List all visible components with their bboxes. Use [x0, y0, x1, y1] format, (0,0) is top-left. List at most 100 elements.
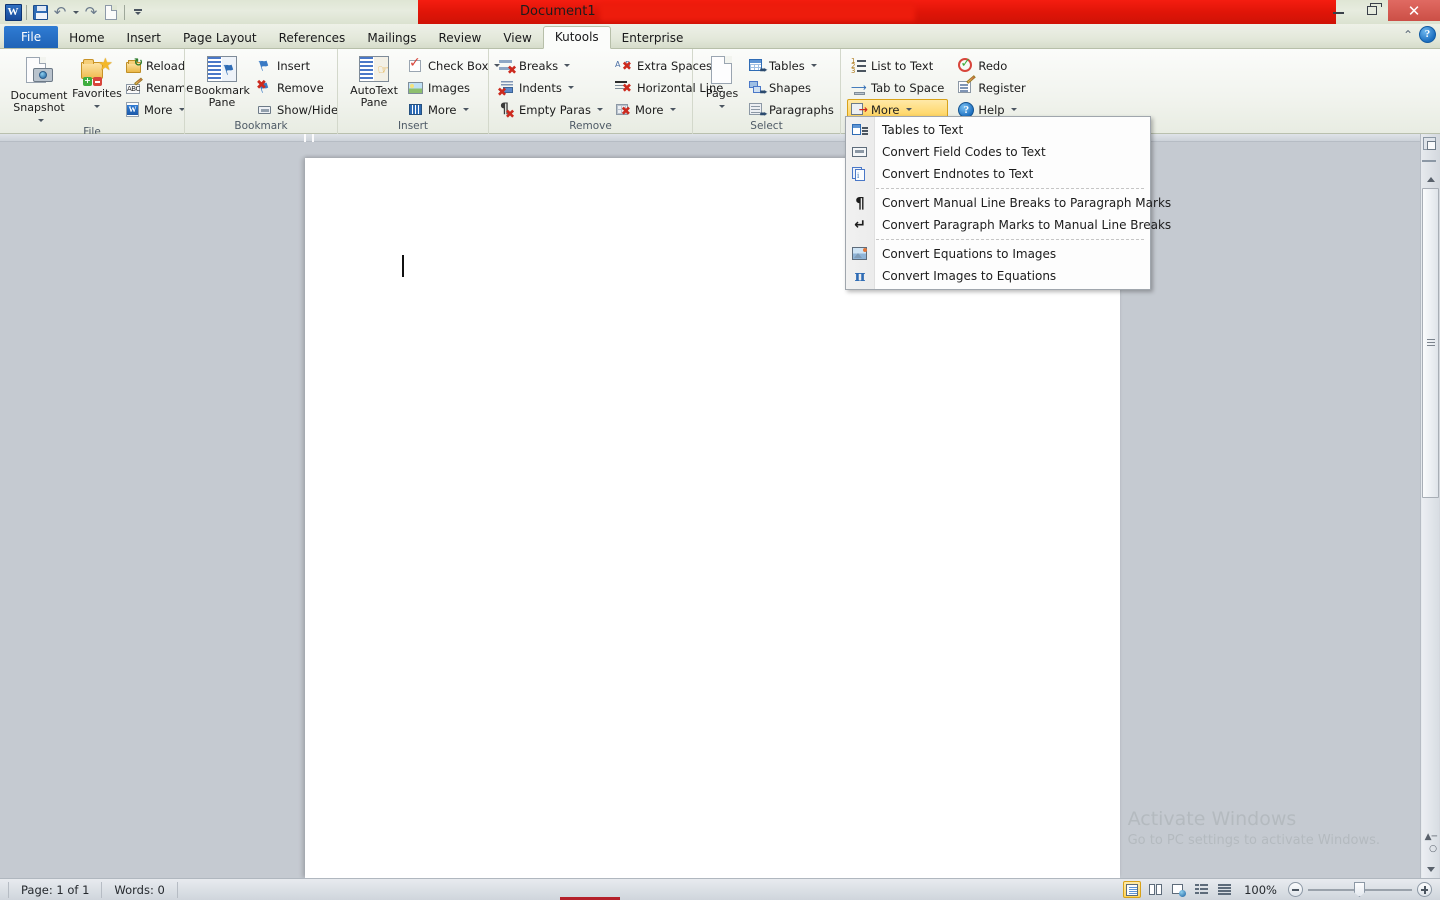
remove-extra-spaces-icon: A B ✖: [614, 58, 632, 73]
collapse-ribbon-icon[interactable]: ⌃: [1403, 28, 1413, 42]
kutools-help-label: Help: [978, 102, 1005, 117]
view-full-screen-reading-button[interactable]: [1146, 881, 1164, 898]
word-document-icon: W: [126, 102, 140, 117]
help-circle-icon[interactable]: ?: [1419, 26, 1436, 43]
select-tables-icon: ➨: [749, 58, 768, 75]
word-logo-icon[interactable]: W: [3, 2, 23, 22]
menu-convert-paragraph-marks-to-manual-line-breaks[interactable]: ↵ Convert Paragraph Marks to Manual Line…: [846, 214, 1171, 236]
insert-more-label: More: [428, 102, 457, 117]
undo-icon[interactable]: ↶: [50, 2, 70, 22]
menu-separator: [876, 188, 1144, 189]
bookmark-insert-button[interactable]: ⚑ Insert: [253, 55, 342, 76]
ribbon-group-remove: ✖ Breaks ✖ Indents ¶ ✖ Empty Paras A B ✖…: [488, 49, 723, 134]
zoom-in-button[interactable]: [1417, 882, 1432, 897]
tab-references[interactable]: References: [268, 27, 357, 49]
select-browse-object-icon[interactable]: [1422, 136, 1438, 152]
zoom-slider[interactable]: [1308, 882, 1412, 897]
view-draft-button[interactable]: [1215, 881, 1233, 898]
menu-convert-equations-to-images[interactable]: Convert Equations to Images: [846, 243, 1150, 265]
tab-insert[interactable]: Insert: [116, 27, 172, 49]
tab-view[interactable]: View: [492, 27, 542, 49]
remove-empty-paragraphs-icon: ¶ ✖: [500, 100, 515, 121]
customize-quick-access-icon[interactable]: [128, 2, 148, 22]
new-document-icon[interactable]: [101, 2, 121, 22]
autotext-pane-button[interactable]: ☞ AutoText Pane: [344, 54, 404, 109]
tables-to-text-icon: [846, 123, 874, 137]
menu-convert-endnotes-to-text[interactable]: i Convert Endnotes to Text: [846, 163, 1150, 185]
save-icon[interactable]: [30, 2, 50, 22]
register-button[interactable]: Register: [954, 75, 1029, 98]
horizontal-ruler: [0, 134, 1420, 142]
convert-column-1: 123 List to Text ⟶ Tab to Space → More: [847, 54, 949, 120]
bookmark-flag-delete-icon: ⚑ ✖: [255, 77, 273, 98]
menu-convert-field-codes-to-text[interactable]: Convert Field Codes to Text: [846, 141, 1150, 163]
tab-mailings[interactable]: Mailings: [356, 27, 427, 49]
tab-file[interactable]: File: [4, 26, 59, 49]
reload-folder-icon: ↻: [126, 57, 143, 73]
convert-more-menu: Tables to Text Convert Field Codes to Te…: [845, 116, 1171, 290]
bookmark-show-hide-button[interactable]: Show/Hide: [253, 99, 342, 120]
remove-breaks-label: Breaks: [519, 58, 559, 73]
bookmark-pane-button[interactable]: ⚑ Bookmark Pane: [191, 54, 253, 109]
status-bar: Page: 1 of 1 Words: 0 100%: [0, 878, 1440, 900]
bookmark-insert-label: Insert: [277, 58, 310, 73]
undo-dropdown-icon[interactable]: [70, 2, 81, 22]
zoom-level-label[interactable]: 100%: [1238, 883, 1283, 897]
images-icon: [408, 81, 424, 95]
reload-label: Reload: [146, 58, 186, 73]
redo-icon[interactable]: ↷: [81, 2, 101, 22]
tab-enterprise[interactable]: Enterprise: [611, 27, 695, 49]
view-web-layout-button[interactable]: [1169, 881, 1187, 898]
remove-breaks-button[interactable]: ✖ Breaks: [495, 55, 607, 76]
menu-item-label: Convert Paragraph Marks to Manual Line B…: [882, 218, 1172, 232]
menu-convert-images-to-equations[interactable]: π Convert Images to Equations: [846, 265, 1150, 287]
enter-arrow-icon: ↵: [854, 217, 866, 233]
close-button[interactable]: ✕: [1388, 0, 1440, 21]
document-snapshot-label-line2: Snapshot: [13, 101, 65, 114]
remove-indents-button[interactable]: ✖ Indents: [495, 77, 607, 98]
remove-empty-paras-button[interactable]: ¶ ✖ Empty Paras: [495, 99, 607, 120]
bookmark-pane-icon: ⚑: [206, 56, 238, 83]
ribbon-tab-strip: File Home Insert Page Layout References …: [0, 24, 1440, 49]
menu-item-label: Convert Endnotes to Text: [882, 167, 1034, 181]
scroll-up-button[interactable]: [1421, 170, 1440, 188]
next-page-icon[interactable]: ○: [1429, 844, 1437, 854]
list-to-text-button[interactable]: 123 List to Text: [847, 55, 948, 76]
text-cursor: [402, 255, 404, 277]
select-pages-label: Pages: [705, 87, 739, 100]
select-tables-label: Tables: [769, 58, 805, 73]
split-window-handle[interactable]: [1422, 156, 1438, 166]
show-hide-bookmark-icon: [257, 104, 273, 116]
remove-more-label: More: [634, 102, 664, 117]
view-print-layout-button[interactable]: [1123, 881, 1142, 898]
menu-tables-to-text[interactable]: Tables to Text: [846, 119, 1150, 141]
tab-page-layout[interactable]: Page Layout: [172, 27, 268, 49]
select-shapes-icon: ➨: [749, 80, 768, 97]
vertical-scrollbar[interactable]: ▲─ ○: [1420, 134, 1440, 878]
word-count-indicator[interactable]: Words: 0: [102, 881, 178, 898]
document-snapshot-button[interactable]: Document Snapshot: [6, 54, 72, 126]
tab-to-space-button[interactable]: ⟶ Tab to Space: [847, 77, 948, 98]
restore-button[interactable]: [1355, 0, 1388, 21]
list-to-text-icon: 123: [851, 57, 867, 74]
minimize-button[interactable]: [1322, 0, 1355, 21]
bookmark-remove-button[interactable]: ⚑ ✖ Remove: [253, 77, 342, 98]
tab-review[interactable]: Review: [428, 27, 493, 49]
tab-home[interactable]: Home: [58, 27, 115, 49]
menu-convert-manual-line-breaks-to-paragraph-marks[interactable]: ¶ Convert Manual Line Breaks to Paragrap…: [846, 192, 1171, 214]
select-paragraphs-label: Paragraphs: [769, 102, 834, 117]
previous-page-icon[interactable]: ▲─: [1425, 832, 1437, 842]
menu-item-label: Convert Manual Line Breaks to Paragraph …: [882, 196, 1172, 210]
tab-kutools[interactable]: Kutools: [542, 26, 611, 49]
zoom-out-button[interactable]: [1288, 882, 1303, 897]
ribbon-right-controls: ⌃ ?: [1403, 26, 1436, 43]
rename-abc-pencil-icon: ABC: [126, 76, 143, 95]
page-indicator[interactable]: Page: 1 of 1: [8, 881, 103, 898]
favorites-button[interactable]: ★ + Favorites: [72, 54, 122, 112]
field-code-icon: [846, 146, 874, 158]
scroll-down-button[interactable]: [1421, 860, 1440, 878]
redo-button[interactable]: ✓ Redo: [954, 55, 1029, 76]
select-pages-button[interactable]: Pages: [699, 54, 745, 112]
scrollbar-thumb[interactable]: [1422, 188, 1439, 498]
view-outline-button[interactable]: [1192, 881, 1210, 898]
